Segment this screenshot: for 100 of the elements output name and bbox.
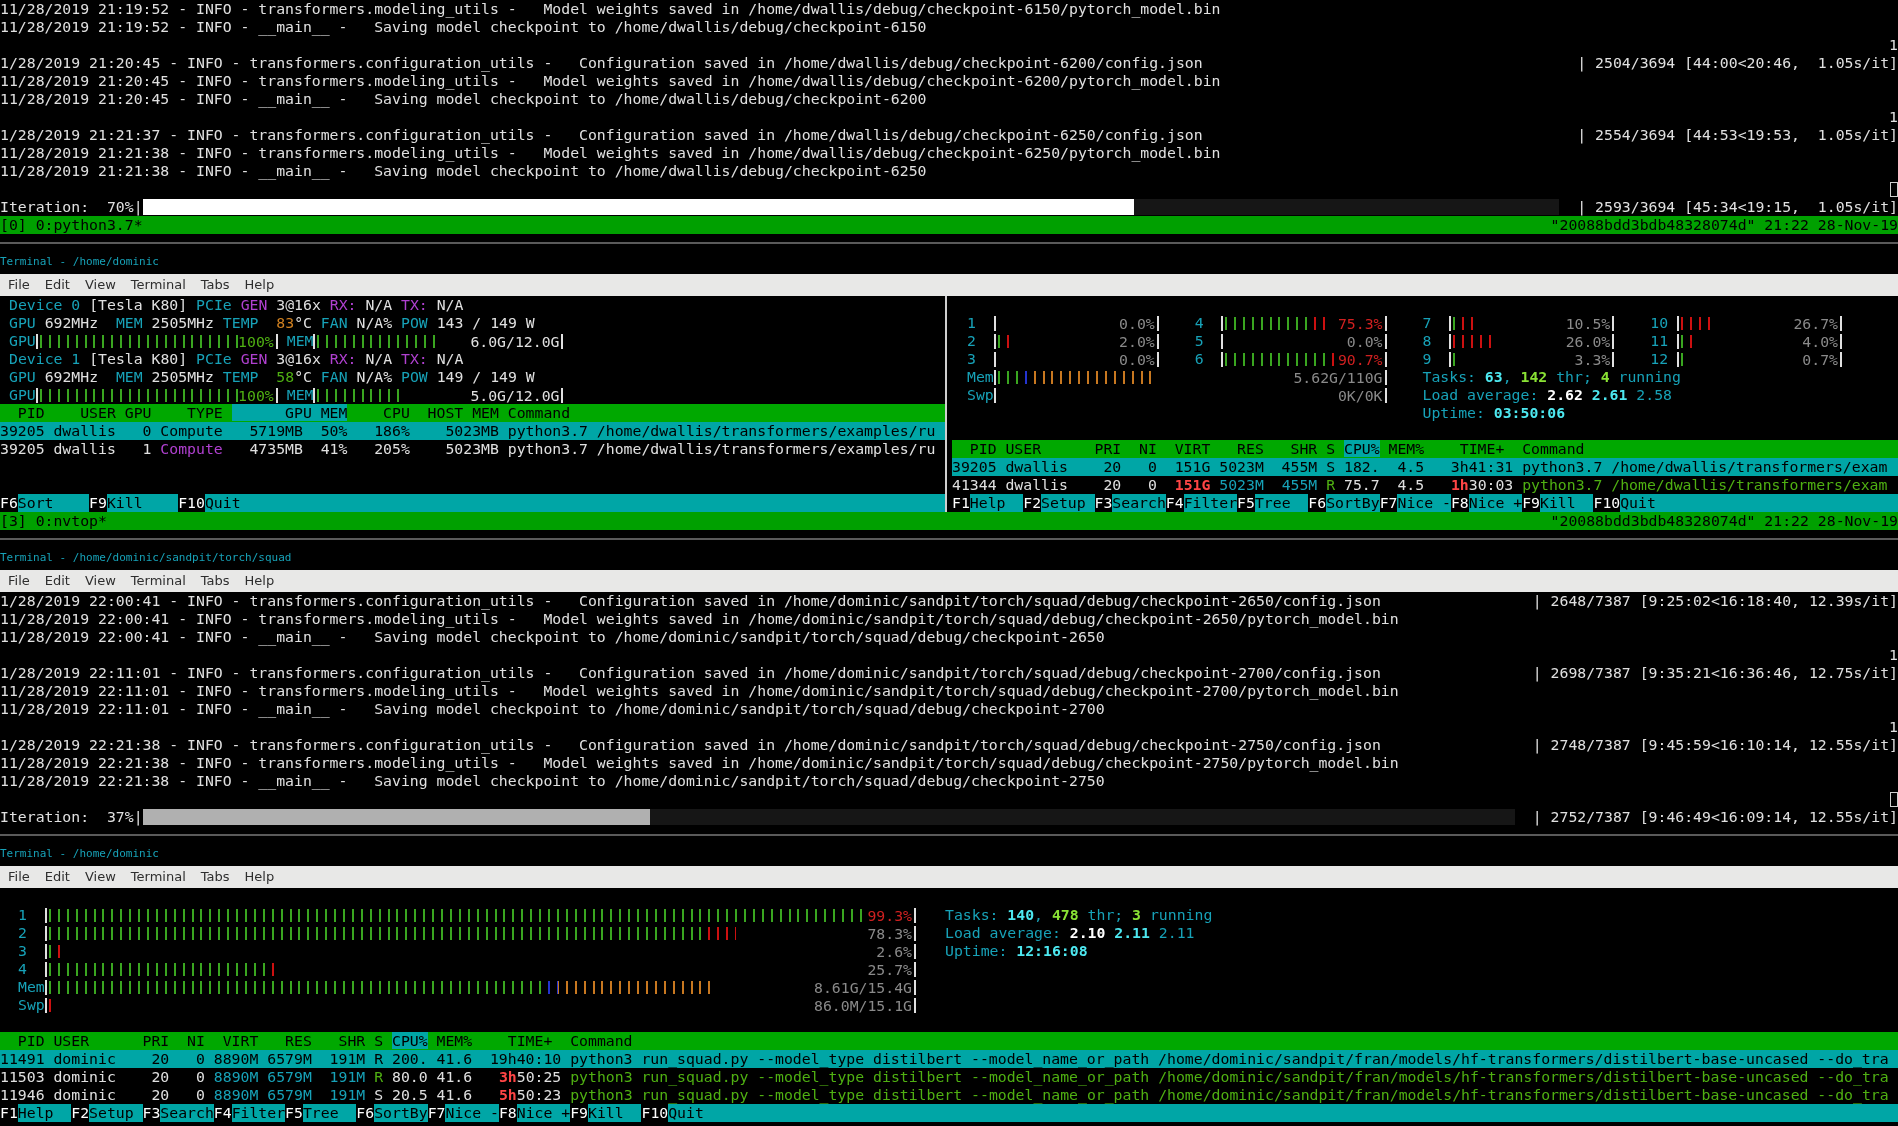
log-line: 1/28/2019 22:00:41 - INFO - transformers.configuration_utils - Configuration saved in /home/dominic/sandpit/torch/squad/debug/checkpoint-2650/config.json	[0, 592, 1381, 610]
function-key[interactable]: F2Setup	[71, 1104, 143, 1122]
log-line: 11/28/2019 21:19:52 - INFO - transformers.modeling_utils - Model weights saved in /home/dwallis/debug/checkpoint-6150/pytorch_model.bin	[0, 0, 1221, 18]
process-row[interactable]: 39205 dwallis 20 0 151G 5023M 455M S 182. 4.5 3h41:31 python3.7 /home/dwallis/transformers/exam	[952, 458, 1898, 476]
log-line: 1/28/2019 22:11:01 - INFO - transformers.configuration_utils - Configuration saved in /home/dominic/sandpit/torch/squad/debug/checkpoint-2700/config.json	[0, 664, 1381, 682]
meter-label: 3	[967, 350, 977, 368]
meter-reading: 3.3%	[1574, 351, 1615, 367]
meter-label: 3	[18, 942, 28, 960]
log-line: 11/28/2019 22:11:01 - INFO - __main__ - Saving model checkpoint to /home/dominic/sandpit/torch/squad/debug/checkpoint-2700	[0, 700, 1105, 718]
meter-label: 1	[18, 906, 28, 924]
meter-label: 10	[1650, 314, 1670, 332]
meter-label: 2	[18, 924, 28, 942]
meter-reading: 26.0%	[1565, 333, 1615, 349]
column-header: PID USER GPU TYPE GPU MEM CPU HOST MEM Command	[0, 404, 945, 422]
meter-reading: 25.7%	[867, 961, 916, 977]
cursor-block	[1890, 791, 1898, 807]
log-line: 11/28/2019 21:20:45 - INFO - transformers.modeling_utils - Model weights saved in /home/dwallis/debug/checkpoint-6200/pytorch_model.bin	[0, 72, 1221, 90]
function-key[interactable]: F4Filter	[213, 1104, 286, 1122]
menu-item[interactable]: Help	[244, 275, 275, 295]
function-key[interactable]: F6SortBy	[1308, 494, 1380, 512]
menu-item[interactable]: File	[8, 275, 30, 295]
summary-line: Tasks: 63, 142 thr; 4 running	[1422, 368, 1681, 385]
meter-reading: 26.7%	[1793, 315, 1842, 331]
menu-item[interactable]: Tabs	[200, 275, 230, 295]
menu-item[interactable]: Terminal	[130, 275, 186, 295]
meter-reading: 2.6%	[876, 943, 916, 959]
function-key[interactable]: F7Nice -	[1379, 494, 1451, 512]
function-key[interactable]: F6SortBy	[356, 1104, 428, 1122]
menu-item[interactable]: Help	[244, 571, 275, 591]
meter-reading: 0.7%	[1802, 351, 1842, 367]
menu-item[interactable]: Edit	[44, 571, 70, 591]
meter-reading: 2.0%	[1119, 333, 1159, 349]
window-title: Terminal - /home/dominic	[0, 253, 159, 270]
meter-label: 7	[1422, 314, 1433, 332]
menu-item[interactable]: Edit	[44, 867, 70, 887]
function-key[interactable]: F5Tree	[1237, 494, 1309, 512]
menu-item[interactable]: Terminal	[130, 571, 186, 591]
menu-item[interactable]: Tabs	[200, 867, 230, 887]
menu-item[interactable]: Help	[244, 867, 275, 887]
meter-label: Swp	[967, 386, 994, 404]
menu-item[interactable]: View	[84, 275, 116, 295]
log-line: 11/28/2019 22:21:38 - INFO - __main__ - Saving model checkpoint to /home/dominic/sandpit/torch/squad/debug/checkpoint-2750	[0, 772, 1105, 790]
function-key[interactable]: F5Tree	[285, 1104, 357, 1122]
menu-item[interactable]: File	[8, 571, 30, 591]
log-line: 11/28/2019 22:21:38 - INFO - transformers.modeling_utils - Model weights saved in /home/dominic/sandpit/torch/squad/debug/checkpoint-2750/pytorch_model.bin	[0, 754, 1399, 772]
device-clocks: GPU 692MHz MEM 2505MHz TEMP 58°C FAN N/A% POW 149 / 149 W	[9, 368, 535, 385]
function-key[interactable]: F10Quit	[641, 1104, 722, 1122]
process-row[interactable]: 11491 dominic 20 0 8890M 6579M 191M R 200. 41.6 19h40:10 python3 run_squad.py --model_type distilbert --model_name_or_path /home/dominic/sandpit/fran/models/hf-transformers/distilbert-base-uncased --do_tra	[0, 1050, 1898, 1068]
function-key[interactable]: F2Setup	[1023, 494, 1095, 512]
window-title: Terminal - /home/dominic/sandpit/torch/squad	[0, 549, 292, 566]
window-list: [0] 0:python3.7*	[0, 216, 143, 234]
progress-label: Iteration: 70%|	[0, 198, 143, 216]
process-row[interactable]: 11503 dominic 20 0 8890M 6579M 191M R 80.0 41.6 3h50:25 python3 run_squad.py --model_type distilbert --model_name_or_path /home/dominic/sandpit/fran/models/hf-transformers/distilbert-base-uncased --do_tra	[0, 1068, 1898, 1086]
meter-reading: 5.62G/110G	[1293, 369, 1387, 385]
progress-status: | 2748/7387 [9:45:59<16:10:14, 12.55s/it]	[1532, 736, 1898, 754]
log-line: 11/28/2019 22:00:41 - INFO - transformers.modeling_utils - Model weights saved in /home/dominic/sandpit/torch/squad/debug/checkpoint-2650/pytorch_model.bin	[0, 610, 1399, 628]
column-header: PID USER PRI NI VIRT RES SHR S CPU% MEM% TIME+ Command	[952, 440, 1898, 458]
meter-reading: 75.3%	[1337, 315, 1387, 331]
function-key[interactable]: F4Filter	[1165, 494, 1238, 512]
process-row[interactable]: 11946 dominic 20 0 8890M 6579M 191M S 20.5 41.6 5h50:23 python3 run_squad.py --model_type distilbert --model_name_or_path /home/dominic/sandpit/fran/models/hf-transformers/distilbert-base-uncased --do_tra	[0, 1086, 1898, 1104]
process-row[interactable]: 41344 dwallis 20 0 151G 5023M 455M R 75.7 4.5 1h30:03 python3.7 /home/dwallis/transformers/exam	[952, 476, 1898, 494]
function-key[interactable]: F8Nice +	[1450, 494, 1523, 512]
menu-item[interactable]: View	[84, 867, 116, 887]
function-key[interactable]: F7Nice -	[427, 1104, 499, 1122]
function-key[interactable]: F9Kill	[570, 1104, 642, 1122]
process-row[interactable]: 39205 dwallis 0 Compute 5719MB 50% 186% 5023MB python3.7 /home/dwallis/transformers/examples/ru	[0, 422, 945, 440]
meter-reading: 100%	[238, 387, 278, 403]
progress-status: | 2504/3694 [44:00<20:46, 1.05s/it]	[1577, 54, 1898, 72]
function-key[interactable]: F3Search	[142, 1104, 214, 1122]
function-key[interactable]: F10Quit	[178, 494, 277, 512]
function-key[interactable]: F10Quit	[1593, 494, 1674, 512]
device-info: Device 1 [Tesla K80] PCIe GEN 3@16x RX: N/A TX: N/A	[9, 350, 464, 367]
summary-line: Uptime: 12:16:08	[945, 942, 1088, 959]
window-list: [3] 0:nvtop*	[0, 512, 107, 530]
meter-label: 4	[18, 960, 28, 978]
progress-status: | 2554/3694 [44:53<19:53, 1.05s/it]	[1577, 126, 1898, 144]
meter-label: MEM	[286, 332, 314, 350]
menu-item[interactable]: Edit	[44, 275, 70, 295]
function-key[interactable]: F1Help	[952, 494, 1024, 512]
output-fragment: 1	[1889, 718, 1898, 736]
function-key[interactable]: F6Sort	[0, 494, 90, 512]
log-line: 11/28/2019 21:20:45 - INFO - __main__ - Saving model checkpoint to /home/dwallis/debug/checkpoint-6200	[0, 90, 927, 108]
output-fragment: 1	[1889, 646, 1898, 664]
menu-item[interactable]: Tabs	[200, 571, 230, 591]
host-time-status: "20088bdd3bdb48328074d" 21:22 28-Nov-19	[1550, 512, 1898, 530]
meter-label: 8	[1422, 332, 1433, 350]
progress-label: Iteration: 37%|	[0, 808, 143, 826]
function-key[interactable]: F8Nice +	[498, 1104, 571, 1122]
meter-reading: 78.3%	[867, 925, 916, 941]
function-key[interactable]: F9Kill	[1522, 494, 1594, 512]
menu-item[interactable]: Terminal	[130, 867, 186, 887]
meter-label: 12	[1650, 350, 1670, 368]
menu-item[interactable]: File	[8, 867, 30, 887]
function-key[interactable]: F9Kill	[89, 494, 179, 512]
meter-label: GPU	[9, 332, 36, 350]
process-row[interactable]: 39205 dwallis 1 Compute 4735MB 41% 205% 5023MB python3.7 /home/dwallis/transformers/examples/ru	[0, 440, 945, 458]
function-key[interactable]: F3Search	[1094, 494, 1166, 512]
menu-item[interactable]: View	[84, 571, 116, 591]
function-key[interactable]: F1Help	[0, 1104, 72, 1122]
meter-reading: 8.61G/15.4G	[814, 979, 916, 995]
